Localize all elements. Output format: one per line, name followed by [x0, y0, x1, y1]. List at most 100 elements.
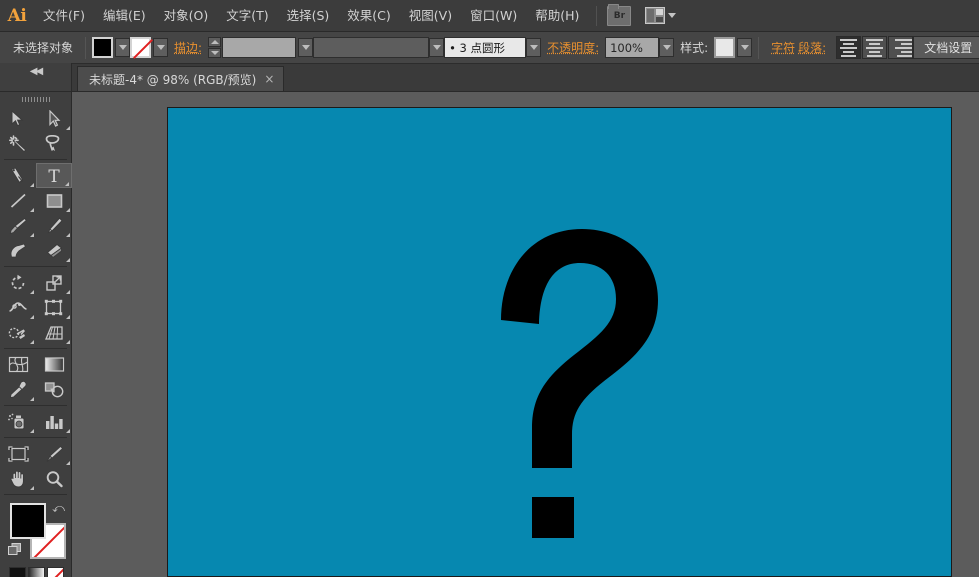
style-dropdown-button[interactable]	[737, 38, 753, 57]
opacity-input[interactable]: 100%	[605, 37, 660, 58]
divider	[758, 36, 760, 59]
pencil-tool[interactable]	[36, 213, 72, 238]
mesh-tool[interactable]	[0, 352, 36, 377]
swap-fill-stroke-icon[interactable]: ⤺	[52, 501, 65, 516]
paragraph-link[interactable]: 段落:	[798, 39, 832, 56]
artwork-question-mark[interactable]	[168, 108, 953, 577]
stroke-dropdown-button[interactable]	[153, 38, 169, 57]
stroke-weight-control[interactable]	[208, 37, 314, 58]
opacity-control[interactable]: 100%	[605, 37, 675, 58]
svg-text:T: T	[48, 167, 60, 185]
menu-window[interactable]: 窗口(W)	[461, 0, 526, 32]
shape-builder-tool[interactable]	[0, 320, 36, 345]
tool-divider	[4, 159, 67, 160]
stroke-profile-dropdown-button[interactable]	[429, 38, 445, 57]
close-icon[interactable]: ×	[264, 73, 274, 85]
tool-group-transform	[0, 270, 71, 345]
magic-wand-tool[interactable]	[0, 131, 36, 156]
opacity-dropdown-button[interactable]	[659, 38, 675, 57]
brush-control[interactable]: • 3 点圆形	[444, 37, 542, 58]
align-right-icon[interactable]	[888, 36, 914, 59]
stroke-profile-control[interactable]	[313, 37, 445, 58]
menu-select[interactable]: 选择(S)	[278, 0, 339, 32]
fill-color-control[interactable]	[92, 37, 131, 58]
menu-effect[interactable]: 效果(C)	[338, 0, 399, 32]
column-graph-tool[interactable]	[36, 409, 72, 434]
app-logo: Ai	[7, 5, 27, 26]
tools-panel-grip[interactable]	[0, 92, 71, 106]
fill-dropdown-button[interactable]	[115, 38, 131, 57]
align-left-icon[interactable]	[836, 36, 862, 59]
rotate-tool[interactable]	[0, 270, 36, 295]
perspective-grid-tool[interactable]	[36, 320, 72, 345]
direct-selection-tool[interactable]	[36, 106, 72, 131]
blob-brush-tool[interactable]	[0, 238, 36, 263]
style-swatch[interactable]	[714, 37, 736, 58]
hand-tool[interactable]	[0, 466, 36, 491]
pen-tool[interactable]	[0, 163, 36, 188]
fill-color-swatch[interactable]	[10, 503, 46, 539]
menu-view[interactable]: 视图(V)	[400, 0, 461, 32]
none-swatch-icon[interactable]	[47, 567, 64, 577]
tool-group-paint	[0, 352, 71, 402]
width-tool[interactable]	[0, 295, 36, 320]
brush-input[interactable]: • 3 点圆形	[444, 37, 527, 58]
character-link[interactable]: 字符	[765, 39, 798, 56]
document-tab[interactable]: 未标题-4* @ 98% (RGB/预览) ×	[77, 66, 285, 91]
slice-tool[interactable]	[36, 441, 72, 466]
color-mode-buttons	[9, 567, 71, 577]
selection-tool[interactable]	[0, 106, 36, 131]
bridge-button[interactable]: Br	[607, 3, 632, 26]
menu-file[interactable]: 文件(F)	[34, 0, 94, 32]
eyedropper-tool[interactable]	[0, 377, 36, 402]
menu-edit[interactable]: 编辑(E)	[94, 0, 155, 32]
blend-tool[interactable]	[36, 377, 72, 402]
brush-dropdown-button[interactable]	[526, 38, 542, 57]
stepper-up-button[interactable]	[208, 37, 222, 47]
gradient-swatch-icon[interactable]	[28, 567, 45, 577]
stroke-swatch[interactable]	[130, 37, 152, 58]
artboard[interactable]	[167, 107, 952, 577]
chevron-down-icon	[668, 13, 677, 18]
paintbrush-tool[interactable]	[0, 213, 36, 238]
symbol-sprayer-tool[interactable]	[0, 409, 36, 434]
scale-tool[interactable]	[36, 270, 72, 295]
lasso-tool[interactable]	[36, 131, 72, 156]
style-control[interactable]	[714, 37, 753, 58]
menu-type[interactable]: 文字(T)	[217, 0, 277, 32]
free-transform-tool[interactable]	[36, 295, 72, 320]
stroke-weight-input[interactable]	[222, 37, 297, 58]
menu-help[interactable]: 帮助(H)	[526, 0, 588, 32]
stepper-down-button[interactable]	[208, 48, 222, 58]
workspace-switcher[interactable]	[645, 7, 677, 24]
stroke-weight-dropdown-button[interactable]	[298, 38, 314, 57]
menu-bar: Ai 文件(F) 编辑(E) 对象(O) 文字(T) 选择(S) 效果(C) 视…	[0, 0, 979, 32]
align-center-icon[interactable]	[862, 36, 888, 59]
stroke-color-control[interactable]	[130, 37, 169, 58]
divider	[85, 36, 87, 59]
gradient-tool[interactable]	[36, 352, 72, 377]
stroke-weight-stepper[interactable]	[208, 37, 222, 58]
default-fill-stroke-icon[interactable]	[8, 541, 22, 555]
type-tool[interactable]: T	[36, 163, 72, 188]
rectangle-tool[interactable]	[36, 188, 72, 213]
paragraph-align-group	[836, 36, 914, 59]
artboard-tool[interactable]	[0, 441, 36, 466]
panel-collapse-button[interactable]: ◀◀	[0, 63, 72, 91]
tools-panel: T ⤺	[0, 92, 72, 577]
fill-swatch[interactable]	[92, 37, 114, 58]
color-controls: ⤺	[8, 501, 71, 563]
document-setup-button[interactable]: 文档设置	[913, 36, 979, 59]
stroke-profile-input[interactable]	[313, 37, 430, 58]
color-swatch-icon[interactable]	[9, 567, 26, 577]
menu-divider	[596, 5, 598, 26]
tool-divider	[4, 348, 67, 349]
canvas-area[interactable]	[72, 92, 979, 577]
document-tab-title: 未标题-4* @ 98% (RGB/预览)	[89, 72, 257, 87]
tool-divider	[4, 266, 67, 267]
zoom-tool[interactable]	[36, 466, 72, 491]
line-segment-tool[interactable]	[0, 188, 36, 213]
menu-object[interactable]: 对象(O)	[155, 0, 218, 32]
eraser-tool[interactable]	[36, 238, 72, 263]
illustrator-window: Ai 文件(F) 编辑(E) 对象(O) 文字(T) 选择(S) 效果(C) 视…	[0, 0, 979, 577]
